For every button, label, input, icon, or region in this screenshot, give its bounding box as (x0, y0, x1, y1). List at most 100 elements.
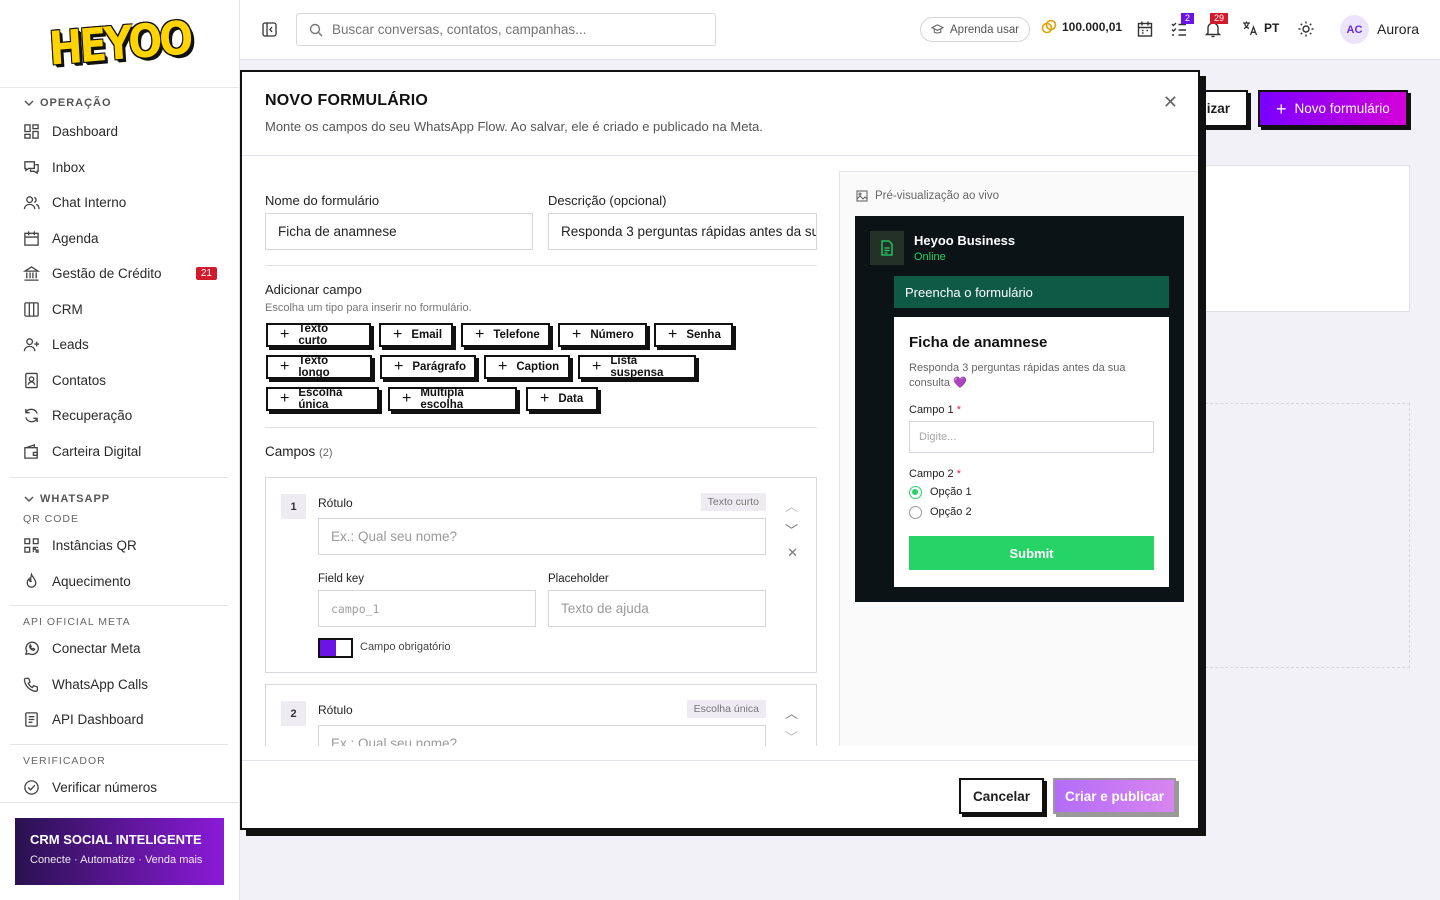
sidebar-item-leads[interactable]: Leads (0, 327, 240, 363)
modal-header: NOVO FORMULÁRIO Monte os campos do seu W… (242, 72, 1198, 156)
sidebar-item-dashboard[interactable]: Dashboard (0, 114, 240, 150)
preview-option-2[interactable]: Opção 2 (909, 502, 1154, 522)
placeholder-label: Placeholder (548, 573, 609, 585)
sidebar-item-conectar-meta[interactable]: Conectar Meta (0, 631, 240, 667)
new-form-button[interactable]: + Novo formulário (1258, 90, 1408, 127)
sun-icon[interactable] (1297, 20, 1315, 38)
sidebar-item-recuperacao[interactable]: Recuperação (0, 398, 240, 434)
sidebar-item-label: CRM (52, 301, 83, 317)
divider (265, 265, 817, 266)
sidebar-item-whatsapp-calls[interactable]: WhatsApp Calls (0, 667, 240, 703)
fields-heading: Campos (2) (265, 444, 333, 459)
chip-label: Texto longo (298, 355, 330, 379)
field-label-input[interactable]: Ex.: Qual seu nome? (318, 518, 766, 555)
search-input[interactable] (332, 22, 692, 37)
sidebar-item-verificar[interactable]: Verificar números (0, 770, 240, 806)
sidebar: HEYOO OPERAÇÃO Dashboard Inbox Chat Inte… (0, 0, 240, 900)
chip-label: Múltipla escolha (420, 387, 464, 411)
avatar[interactable]: AC (1340, 15, 1369, 44)
count-badge: 21 (195, 267, 217, 281)
add-telefone-button[interactable]: + Telefone (461, 323, 550, 347)
add-caption-button[interactable]: + Caption (484, 355, 570, 379)
required-label: Campo obrigatório (360, 641, 451, 653)
plus-icon: + (280, 390, 290, 407)
sidebar-item-gestao-credito[interactable]: Gestão de Crédito 21 (0, 256, 240, 292)
form-description-input[interactable]: Responda 3 perguntas rápidas antes da su… (548, 213, 817, 250)
sidebar-item-api-dashboard[interactable]: API Dashboard (0, 702, 240, 738)
sidebar-item-carteira[interactable]: Carteira Digital (0, 434, 240, 470)
learn-button[interactable]: Aprenda usar (920, 17, 1031, 42)
user-name[interactable]: Aurora (1377, 21, 1419, 37)
modal-body: Nome do formulário Ficha de anamnese Des… (242, 156, 1198, 746)
plus-icon: + (280, 358, 290, 375)
sidebar-item-crm[interactable]: CRM (0, 292, 240, 328)
field-label-input[interactable]: Ex.: Qual seu nome? (318, 725, 766, 746)
publish-button[interactable]: Criar e publicar (1053, 778, 1176, 814)
sidebar-item-agenda[interactable]: Agenda (0, 221, 240, 257)
preview-submit-button[interactable]: Submit (909, 536, 1154, 570)
add-paragrafo-button[interactable]: + Parágrafo (380, 355, 476, 379)
section-operacao[interactable]: OPERAÇÃO (0, 92, 240, 114)
close-icon[interactable]: ✕ (1163, 92, 1178, 113)
remove-field-icon[interactable]: ✕ (787, 545, 798, 561)
field-number: 1 (281, 494, 306, 519)
placeholder-input[interactable]: Texto de ajuda (548, 590, 766, 627)
promo-subtitle: Conecte · Automatize · Venda mais (30, 854, 203, 866)
sidebar-item-contatos[interactable]: Contatos (0, 363, 240, 399)
chevron-down-icon[interactable]: ﹀ (785, 727, 798, 746)
subsection-api-oficial: API OFICIAL META (23, 616, 131, 628)
sidebar-item-inbox[interactable]: Inbox (0, 150, 240, 186)
dashboard-icon (24, 124, 39, 140)
chevron-down-icon (24, 496, 34, 503)
logo[interactable]: HEYOO (0, 0, 239, 88)
add-numero-button[interactable]: + Número (558, 323, 647, 347)
add-email-button[interactable]: + Email (379, 323, 453, 347)
sidebar-item-label: Agenda (52, 230, 99, 246)
add-senha-button[interactable]: + Senha (654, 323, 733, 347)
chevron-up-icon[interactable]: ︿ (785, 496, 798, 515)
business-status: Online (914, 251, 946, 263)
sidebar-item-label: Recuperação (52, 408, 133, 424)
chevron-down-icon[interactable]: ﹀ (785, 520, 798, 539)
required-toggle[interactable] (318, 638, 353, 658)
sidebar-toggle-icon[interactable] (262, 22, 277, 37)
chip-label: Texto curto (298, 323, 329, 347)
sidebar-item-label: Carteira Digital (52, 443, 142, 459)
cancel-button[interactable]: Cancelar (959, 778, 1044, 814)
add-texto-longo-button[interactable]: + Texto longo (266, 355, 372, 379)
notification-badge: 29 (1210, 13, 1229, 24)
sidebar-item-instancias[interactable]: Instâncias QR (0, 528, 240, 564)
preview-option-1[interactable]: Opção 1 (909, 482, 1154, 502)
chevron-up-icon[interactable]: ︿ (785, 703, 798, 722)
preview-field1-input[interactable]: Digite... (909, 421, 1154, 453)
promo-banner[interactable]: CRM SOCIAL INTELIGENTE Conecte · Automat… (15, 818, 224, 885)
add-texto-curto-button[interactable]: + Texto curto (266, 323, 371, 347)
search-icon (309, 23, 323, 36)
plus-icon: + (498, 358, 508, 375)
section-whatsapp[interactable]: WHATSAPP (0, 488, 240, 510)
sidebar-item-label: Gestão de Crédito (52, 266, 162, 282)
name-label: Nome do formulário (265, 193, 380, 208)
add-escolha-unica-button[interactable]: + Escolha única (266, 387, 379, 411)
calendar-icon[interactable] (1136, 20, 1154, 38)
required-mark: * (956, 468, 961, 480)
credits-balance[interactable]: 100.000,01 (1041, 19, 1122, 35)
flame-icon (26, 572, 37, 588)
search-bar[interactable] (296, 13, 716, 46)
graduation-cap-icon (931, 24, 944, 34)
add-multipla-escolha-button[interactable]: + Múltipla escolha (388, 387, 517, 411)
add-data-button[interactable]: + Data (526, 387, 598, 411)
sidebar-item-chat-interno[interactable]: Chat Interno (0, 185, 240, 221)
divider (10, 477, 228, 478)
preview-title: Pré-visualização ao vivo (875, 190, 1000, 202)
chip-label: Lista suspensa (610, 355, 664, 379)
sidebar-item-aquecimento[interactable]: Aquecimento (0, 564, 240, 600)
add-lista-suspensa-button[interactable]: + Lista suspensa (578, 355, 696, 379)
sidebar-item-label: API Dashboard (52, 712, 144, 728)
divider (10, 743, 228, 745)
field-key-input[interactable]: campo_1 (318, 590, 536, 627)
language-switcher[interactable]: PT (1242, 20, 1279, 36)
refresh-icon (25, 408, 38, 423)
preview-field1-label: Campo 1 * (909, 404, 1154, 416)
form-name-input[interactable]: Ficha de anamnese (265, 213, 533, 250)
